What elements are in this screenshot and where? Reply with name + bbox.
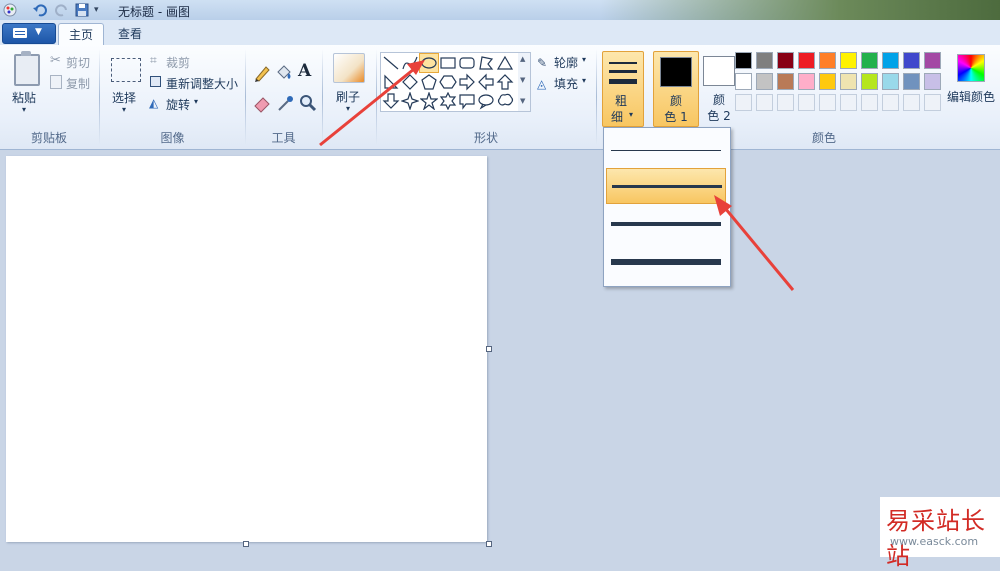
arrow-to-oval-tool	[319, 60, 425, 147]
watermark: 易采站长站 www.easck.com	[880, 497, 1000, 570]
arrow-to-size-option	[714, 195, 795, 291]
annotation-arrows	[319, 60, 795, 291]
watermark-url: www.easck.com	[890, 535, 979, 548]
